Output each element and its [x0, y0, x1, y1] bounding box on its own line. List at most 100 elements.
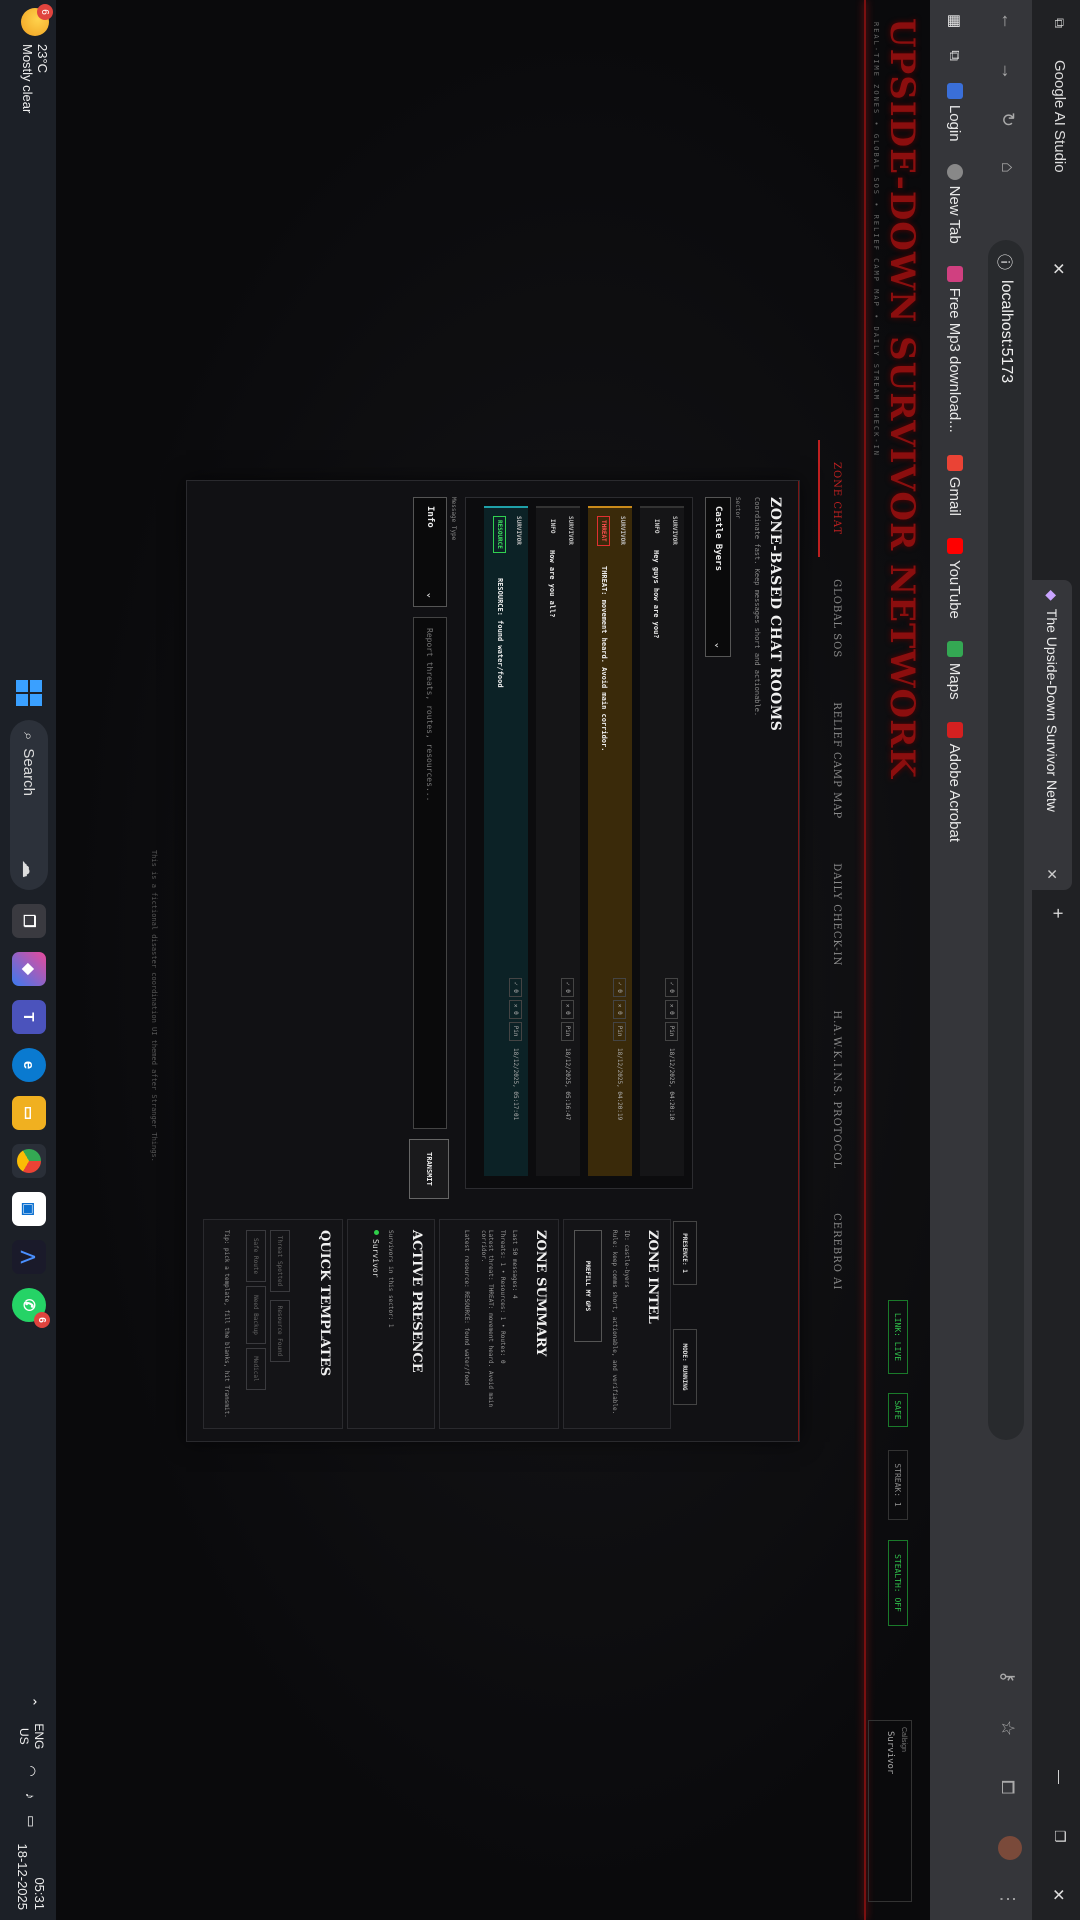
- tab-global-sos[interactable]: GLOBAL SOS: [818, 557, 848, 680]
- chrome-icon[interactable]: [12, 1144, 46, 1178]
- weather-badge: 6: [37, 4, 53, 20]
- language-indicator[interactable]: ENG US: [16, 1723, 46, 1749]
- bookmark-star-icon[interactable]: ☆: [997, 1720, 1018, 1736]
- login-icon: [947, 82, 964, 99]
- profile-avatar[interactable]: [998, 1836, 1022, 1860]
- deny-button[interactable]: ✕ 0: [561, 999, 574, 1019]
- url-field[interactable]: ⓘ localhost:5173: [988, 240, 1024, 1440]
- pin-button[interactable]: Pin: [613, 1021, 626, 1041]
- confirm-button[interactable]: ✓ 0: [613, 978, 626, 997]
- new-tab-icon[interactable]: +: [1047, 908, 1068, 919]
- message-type-value: Info: [425, 506, 435, 528]
- edge-icon[interactable]: e: [12, 1048, 46, 1082]
- bookmark-maps[interactable]: Maps: [947, 640, 964, 700]
- weather-widget[interactable]: 6 23°C Mostly clear: [20, 4, 53, 113]
- weather-temp: 23°C: [35, 44, 50, 74]
- summary-line: Latest resource: RESOURCE: found water/f…: [463, 1230, 470, 1386]
- pin-button[interactable]: Pin: [561, 1021, 574, 1041]
- show-hidden-icons[interactable]: ⌃: [23, 1696, 39, 1707]
- active-tab[interactable]: ◆ The Upside-Down Survivor Netw ✕: [1032, 580, 1072, 890]
- taskbar-search[interactable]: ⌕ Search ☁: [10, 720, 48, 890]
- close-tab-icon[interactable]: ✕: [1044, 868, 1061, 880]
- tab-cerebro-ai[interactable]: CEREBRO AI: [818, 1191, 848, 1312]
- acrobat-icon: [947, 721, 964, 738]
- template-resource-button[interactable]: Resource Found: [270, 1300, 290, 1362]
- battery-icon[interactable]: ▭: [23, 1815, 39, 1827]
- template-medical-button[interactable]: Medical: [246, 1348, 266, 1390]
- extensions-icon[interactable]: ⧠: [997, 1780, 1018, 1794]
- message-tag: INFO: [653, 519, 660, 534]
- menu-icon[interactable]: ⋮: [997, 1890, 1018, 1908]
- file-explorer-icon[interactable]: ▭: [12, 1096, 46, 1130]
- active-presence-card: ACTIVE PRESENCE Survivors in this sector…: [347, 1219, 435, 1429]
- bookmark-login[interactable]: Login: [947, 82, 964, 142]
- template-backup-button[interactable]: Need Backup: [246, 1286, 266, 1344]
- confirm-button[interactable]: ✓ 0: [561, 978, 574, 997]
- message-text: RESOURCE: found water/food: [496, 578, 504, 688]
- bookmark-gmail[interactable]: Gmail: [947, 454, 964, 516]
- teams-icon[interactable]: T: [12, 1000, 46, 1034]
- forward-icon[interactable]: →: [997, 62, 1018, 80]
- message-input[interactable]: Report threats, routes, resources...: [413, 617, 447, 1129]
- vs-code-icon[interactable]: ⋀: [12, 1240, 46, 1274]
- windows-start-icon[interactable]: [16, 680, 42, 706]
- back-icon[interactable]: ←: [997, 12, 1018, 30]
- password-key-icon[interactable]: ⚷: [997, 1670, 1018, 1683]
- callsign-value: Survivor: [885, 1731, 895, 1775]
- sidebar-toggle-icon[interactable]: ⧉: [1051, 18, 1068, 28]
- pin-button[interactable]: Pin: [665, 1021, 678, 1041]
- home-icon[interactable]: ⌂: [997, 162, 1018, 173]
- site-info-icon[interactable]: ⓘ: [994, 254, 1018, 270]
- bookmark-youtube[interactable]: YouTube: [947, 537, 964, 619]
- close-window-icon[interactable]: ✕: [1048, 1888, 1068, 1901]
- tab-relief-camp-map[interactable]: RELIEF CAMP MAP: [818, 680, 848, 841]
- template-route-button[interactable]: Safe Route: [246, 1230, 266, 1282]
- sector-label: Sector: [734, 497, 741, 519]
- header-divider: [864, 0, 866, 1920]
- confirm-button[interactable]: ✓ 0: [665, 978, 678, 997]
- bookmark-new-tab[interactable]: New Tab: [947, 163, 964, 244]
- message-list: SURVIVOR INFO Hey guys how are you? ✓ 0 …: [465, 497, 693, 1189]
- copilot-icon[interactable]: ◆: [12, 952, 46, 986]
- sector-select[interactable]: Castle Byers ⌄: [705, 497, 731, 657]
- volume-icon[interactable]: ♪: [24, 1793, 39, 1800]
- message-type-select[interactable]: Info ⌄: [413, 497, 447, 607]
- confirm-button[interactable]: ✓ 0: [509, 978, 522, 997]
- template-threat-button[interactable]: Threat Spotted: [270, 1230, 290, 1292]
- task-view-icon[interactable]: ❐: [12, 904, 46, 938]
- message-author: SURVIVOR: [567, 516, 574, 545]
- chevron-down-icon: ⌄: [713, 642, 723, 648]
- minimize-icon[interactable]: —: [1052, 1770, 1068, 1784]
- wifi-icon[interactable]: ◠: [23, 1765, 39, 1776]
- transmit-button[interactable]: TRANSMIT: [409, 1139, 449, 1199]
- bookmark-acrobat[interactable]: Adobe Acrobat: [947, 721, 964, 842]
- presence-pill: PRESENCE: 1: [673, 1221, 697, 1285]
- stealth-toggle[interactable]: STEALTH: OFF: [888, 1540, 908, 1626]
- close-left-tab-icon[interactable]: ✕: [1048, 262, 1068, 275]
- list-item: SURVIVOR THREAT THREAT: movement heard. …: [588, 506, 632, 1176]
- tab-hawkins-protocol[interactable]: H.A.W.K.I.N.S. PROTOCOL: [818, 988, 848, 1191]
- ext-icon[interactable]: ⧉: [947, 50, 964, 61]
- deny-button[interactable]: ✕ 0: [613, 999, 626, 1019]
- app-page: UPSIDE-DOWN SURVIVOR NETWORK REAL-TIME Z…: [56, 0, 930, 1920]
- taskbar-apps: ⌕ Search ☁ ❐ ◆ T e ▭ ▣ ⋀ ✆ 6: [10, 680, 50, 1328]
- tab-zone-chat[interactable]: ZONE CHAT: [818, 440, 848, 558]
- deny-button[interactable]: ✕ 0: [509, 999, 522, 1019]
- message-tag: INFO: [549, 519, 556, 534]
- restore-icon[interactable]: ❐: [1051, 1830, 1068, 1843]
- left-tab-label[interactable]: Google AI Studio: [1051, 60, 1068, 173]
- apps-grid-icon[interactable]: ▦: [946, 14, 964, 28]
- message-tag: THREAT: [597, 516, 610, 546]
- clock[interactable]: 05:31 18-12-2025: [14, 1844, 48, 1911]
- store-icon[interactable]: ▣: [12, 1192, 46, 1226]
- tab-title: The Upside-Down Survivor Netw: [1044, 608, 1060, 812]
- deny-button[interactable]: ✕ 0: [665, 999, 678, 1019]
- tab-daily-check-in[interactable]: DAILY CHECK-IN: [818, 841, 848, 988]
- reload-icon[interactable]: ↻: [997, 112, 1018, 127]
- bookmark-mp3[interactable]: Free Mp3 download...: [947, 265, 964, 433]
- callsign-field[interactable]: Callsign Survivor: [868, 1720, 912, 1902]
- prefill-gps-button[interactable]: PREFILL MY GPS: [574, 1230, 602, 1342]
- whatsapp-icon[interactable]: ✆ 6: [12, 1288, 50, 1328]
- online-dot-icon: [374, 1230, 379, 1235]
- pin-button[interactable]: Pin: [509, 1021, 522, 1041]
